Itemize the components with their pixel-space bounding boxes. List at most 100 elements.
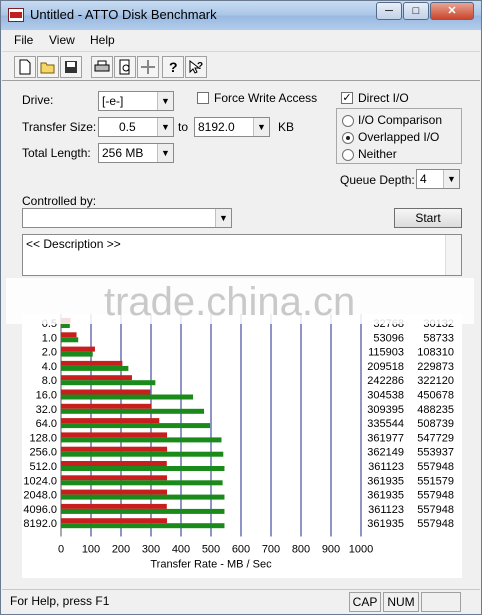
menu-view[interactable]: View — [49, 33, 75, 47]
new-button[interactable] — [14, 56, 36, 78]
bar-read — [61, 480, 223, 486]
neither-label: Neither — [358, 147, 397, 161]
bar-read — [61, 351, 93, 357]
bar-write — [61, 475, 168, 481]
status-pane-empty — [421, 592, 461, 612]
transfer-size-label: Transfer Size: — [22, 120, 97, 134]
category-label: 1.0 — [42, 332, 57, 344]
bar-write — [61, 432, 168, 438]
write-value-label: 361977 — [367, 432, 404, 444]
title-bar[interactable]: Untitled - ATTO Disk Benchmark ─ □ ✕ — [1, 1, 481, 30]
transfer-from-value: 0.5 — [119, 120, 136, 134]
x-tick-label: 600 — [232, 544, 250, 556]
save-button[interactable] — [60, 56, 82, 78]
x-tick-label: 0 — [58, 544, 64, 556]
read-value-label: 553937 — [417, 447, 454, 459]
read-value-label: 557948 — [417, 461, 454, 473]
bar-read — [61, 423, 211, 429]
close-button[interactable]: ✕ — [430, 2, 474, 20]
read-value-label: 557948 — [417, 490, 454, 502]
start-button[interactable]: Start — [394, 208, 462, 228]
read-value-label: 322120 — [417, 375, 454, 387]
category-label: 128.0 — [29, 432, 57, 444]
cap-indicator: CAP — [349, 592, 381, 612]
read-value-label: 547729 — [417, 432, 454, 444]
write-value-label: 209518 — [367, 361, 404, 373]
open-button[interactable] — [37, 56, 59, 78]
minimize-button[interactable]: ─ — [376, 2, 402, 20]
menu-file[interactable]: File — [14, 33, 33, 47]
io-comparison-label: I/O Comparison — [358, 113, 443, 127]
neither-radio[interactable] — [342, 149, 354, 161]
controlled-by-label: Controlled by: — [22, 194, 97, 208]
chevron-down-icon: ▼ — [157, 118, 173, 136]
window-title: Untitled - ATTO Disk Benchmark — [30, 7, 217, 22]
description-box[interactable]: << Description >> — [22, 234, 462, 276]
write-value-label: 242286 — [367, 375, 404, 387]
category-label: 8192.0 — [23, 518, 57, 530]
write-value-label: 115903 — [368, 347, 404, 359]
transfer-to-select[interactable]: 8192.0 ▼ — [194, 117, 270, 137]
menu-help[interactable]: Help — [90, 33, 115, 47]
chevron-down-icon: ▼ — [215, 209, 231, 227]
maximize-button[interactable]: □ — [403, 2, 429, 20]
chevron-down-icon: ▼ — [253, 118, 269, 136]
category-label: 4096.0 — [23, 504, 57, 516]
transfer-to-value: 8192.0 — [198, 120, 235, 134]
bar-write — [61, 489, 168, 495]
bar-read — [61, 523, 225, 529]
read-value-label: 508739 — [417, 418, 454, 430]
move-button[interactable] — [137, 56, 159, 78]
x-tick-label: 100 — [82, 544, 100, 556]
bar-read — [61, 394, 194, 400]
queue-depth-select[interactable]: 4 ▼ — [416, 169, 460, 189]
queue-depth-value: 4 — [420, 172, 427, 186]
benchmark-panel: Drive: [-e-] ▼ Force Write Access ✓ Dire… — [6, 82, 474, 587]
controlled-by-select[interactable]: ▼ — [22, 208, 232, 228]
bar-read — [61, 494, 225, 500]
write-value-label: 361935 — [367, 518, 404, 530]
svg-text:?: ? — [197, 61, 203, 72]
print-preview-button[interactable] — [114, 56, 136, 78]
read-value-label: 551579 — [417, 475, 454, 487]
open-icon — [40, 62, 55, 74]
total-length-select[interactable]: 256 MB ▼ — [98, 143, 174, 163]
status-text: For Help, press F1 — [10, 594, 110, 608]
help-button[interactable]: ? — [162, 56, 184, 78]
write-value-label: 309395 — [367, 404, 404, 416]
print-preview-icon — [119, 59, 130, 75]
io-mode-group: I/O Comparison Overlapped I/O Neither — [336, 108, 462, 164]
bar-read — [61, 466, 225, 471]
x-tick-label: 700 — [262, 544, 280, 556]
bar-write — [61, 446, 168, 452]
bar-read — [61, 365, 129, 371]
kb-label: KB — [278, 120, 295, 134]
print-button[interactable] — [91, 56, 113, 78]
bar-write — [61, 346, 95, 352]
bar-read — [61, 508, 225, 514]
direct-io-checkbox[interactable]: ✓ — [341, 92, 353, 104]
context-help-button[interactable]: ? — [185, 56, 207, 78]
io-comparison-radio[interactable] — [342, 115, 354, 127]
drive-select[interactable]: [-e-] ▼ — [98, 91, 174, 111]
category-label: 32.0 — [36, 404, 57, 416]
read-value-label: 58733 — [423, 332, 454, 344]
read-value-label: 488235 — [417, 404, 454, 416]
description-scrollbar[interactable] — [445, 235, 461, 275]
transfer-rate-chart: 0.5 32768 301321.0 53096 587332.0 115903 10831… — [23, 314, 454, 571]
force-write-checkbox[interactable] — [197, 92, 209, 104]
bar-read — [61, 337, 79, 343]
transfer-from-select[interactable]: 0.5 ▼ — [98, 117, 174, 137]
overlapped-io-radio[interactable] — [342, 132, 354, 144]
print-icon — [94, 60, 110, 72]
x-tick-label: 800 — [292, 544, 310, 556]
chevron-down-icon: ▼ — [157, 144, 173, 162]
category-label: 64.0 — [36, 418, 57, 430]
read-value-label: 557948 — [417, 518, 454, 530]
chevron-down-icon: ▼ — [157, 92, 173, 110]
bar-write — [61, 418, 160, 424]
context-help-icon: ? — [189, 59, 203, 74]
x-tick-label: 300 — [142, 544, 160, 556]
write-value-label: 361123 — [368, 461, 404, 473]
app-window: Untitled - ATTO Disk Benchmark ─ □ ✕ Fil… — [0, 0, 482, 615]
